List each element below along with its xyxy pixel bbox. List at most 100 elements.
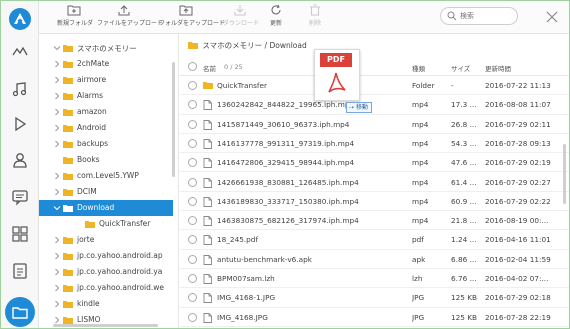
table-row[interactable]: 18_245.pdf pdf 1.24 ... 2016-04-16 11:01: [180, 230, 569, 250]
delete-button[interactable]: 削除: [304, 4, 326, 32]
chevron-right-icon[interactable]: [53, 316, 61, 324]
files-icon[interactable]: [5, 297, 35, 327]
chevron-right-icon[interactable]: [53, 268, 61, 276]
tree-item[interactable]: amazon: [39, 104, 173, 120]
chevron-right-icon[interactable]: [53, 188, 61, 196]
row-checkbox[interactable]: [188, 158, 197, 168]
tree-item[interactable]: DCIM: [39, 184, 173, 200]
row-checkbox[interactable]: [188, 81, 197, 90]
row-checkbox[interactable]: [188, 254, 197, 264]
row-checkbox[interactable]: [188, 216, 197, 226]
tree-item[interactable]: Alarms: [39, 88, 173, 104]
column-name[interactable]: 名前: [203, 63, 216, 73]
column-modified[interactable]: 更新時間: [485, 63, 511, 73]
chevron-right-icon[interactable]: [53, 252, 61, 260]
row-checkbox[interactable]: [188, 177, 197, 187]
tree-item[interactable]: Books: [39, 152, 173, 168]
chevron-right-icon[interactable]: [53, 284, 61, 292]
table-row[interactable]: antutu-benchmark-v6.apk apk 6.86 ... 2016-0…: [180, 250, 569, 269]
table-row[interactable]: QuickTransfer Folder - 2016-07-22 11:13: [180, 76, 569, 96]
row-checkbox[interactable]: [188, 100, 197, 110]
chevron-right-icon[interactable]: [53, 236, 61, 244]
row-checkbox[interactable]: [188, 274, 197, 283]
tree-item[interactable]: jorte: [39, 232, 173, 248]
tree-item[interactable]: airmore: [39, 72, 173, 88]
file-kind: lzh: [412, 274, 423, 283]
table-row[interactable]: 1416137778_991311_97319.iph.mp4 mp4 54.3 .…: [180, 134, 569, 154]
list-scrollbar[interactable]: [563, 144, 566, 204]
contacts-icon[interactable]: [11, 151, 29, 169]
search-box[interactable]: [440, 7, 518, 25]
breadcrumb-path: スマホのメモリー / Download: [202, 41, 307, 50]
tree-item-label: Alarms: [77, 91, 103, 100]
table-row[interactable]: 1416472806_329415_98944.iph.mp4 mp4 47.6 .…: [180, 153, 569, 173]
file-kind: Folder: [412, 81, 435, 90]
table-row[interactable]: IMG_4168-1.JPG JPG 125 KB 2016-07-29 02:18: [180, 288, 569, 308]
chevron-right-icon[interactable]: [53, 92, 61, 100]
chevron-right-icon[interactable]: [53, 140, 61, 148]
refresh-button[interactable]: 更新: [265, 4, 287, 32]
file-icon: [203, 158, 212, 169]
row-checkbox[interactable]: [188, 293, 197, 303]
table-row[interactable]: 1436189830_333717_150380.iph.mp4 mp4 60.9 …: [180, 192, 569, 212]
column-size[interactable]: サイズ: [451, 63, 470, 73]
tree-item[interactable]: kindle: [39, 296, 173, 312]
table-row[interactable]: 1426661938_830881_126485.iph.mp4 mp4 61.4 …: [180, 173, 569, 192]
table-row[interactable]: BPM007sam.lzh lzh 6.76 ... 2016-04-02 07:..…: [180, 269, 569, 289]
file-kind: mp4: [412, 196, 429, 206]
tree-item[interactable]: QuickTransfer: [39, 216, 173, 232]
messages-icon[interactable]: [11, 188, 29, 206]
folder-icon: [63, 189, 73, 196]
tree-item[interactable]: jp.co.yahoo.android.ya: [39, 264, 173, 280]
tree-scrollbar[interactable]: [172, 62, 175, 177]
tree-item[interactable]: backups: [39, 136, 173, 152]
chevron-right-icon[interactable]: [53, 172, 61, 180]
tree-item[interactable]: jp.co.yahoo.android.we: [39, 280, 173, 296]
tree-horizontal-scrollbar[interactable]: [53, 324, 158, 327]
chevron-right-icon[interactable]: [53, 60, 61, 68]
new-folder-button[interactable]: 新規フォルダ: [57, 4, 93, 32]
close-button[interactable]: [545, 9, 559, 23]
table-row[interactable]: IMG_4168.JPG JPG 125 KB 2016-07-28 22:19: [180, 308, 569, 327]
move-tooltip: ⇢ 移動: [346, 102, 372, 113]
chevron-right-icon[interactable]: [53, 124, 61, 132]
home-icon[interactable]: [11, 43, 29, 61]
upload-folder-button[interactable]: フォルダをアップロード: [159, 4, 225, 32]
table-row[interactable]: 1415871449_30610_96373.iph.mp4 mp4 26.8 ..…: [180, 115, 569, 134]
folder-icon: [63, 93, 73, 100]
row-checkbox[interactable]: [188, 235, 197, 245]
row-checkbox[interactable]: [188, 119, 197, 129]
table-row[interactable]: 1360242842_844822_19965.iph.mp4 mp4 17.3 .…: [180, 95, 569, 115]
video-icon[interactable]: [11, 115, 29, 133]
tree-root[interactable]: スマホのメモリー: [39, 40, 173, 56]
folder-icon: [63, 157, 73, 164]
column-kind[interactable]: 種類: [412, 63, 425, 73]
row-checkbox[interactable]: [188, 196, 197, 206]
documents-icon[interactable]: [11, 262, 29, 280]
chevron-right-icon[interactable]: [53, 76, 61, 84]
folder-icon: [63, 301, 73, 308]
tree-item[interactable]: Android: [39, 120, 173, 136]
tree-item[interactable]: 2chMate: [39, 56, 173, 72]
chevron-down-icon[interactable]: [53, 204, 61, 212]
chevron-right-icon[interactable]: [53, 108, 61, 116]
select-all-checkbox[interactable]: [188, 62, 197, 71]
chevron-down-icon[interactable]: [53, 44, 61, 52]
chevron-right-icon[interactable]: [53, 300, 61, 308]
file-icon: [203, 119, 212, 130]
music-icon[interactable]: [11, 80, 29, 98]
file-size: 26.8 ...: [451, 119, 477, 129]
file-name: 1416137778_991311_97319.iph.mp4: [217, 138, 355, 148]
row-checkbox[interactable]: [188, 138, 197, 148]
row-checkbox[interactable]: [188, 312, 197, 322]
search-input[interactable]: [460, 10, 514, 22]
upload-file-button[interactable]: ファイルをアップロード: [97, 4, 163, 32]
download-button[interactable]: ダウンロード: [223, 4, 259, 32]
table-row[interactable]: 1463830875_682126_317974.iph.mp4 mp4 21.8 …: [180, 211, 569, 231]
folder-icon: [63, 237, 73, 244]
upload-icon: [118, 5, 130, 16]
tree-item[interactable]: Download: [39, 200, 173, 216]
tree-item[interactable]: jp.co.yahoo.android.ap: [39, 248, 173, 264]
apps-icon[interactable]: [11, 225, 29, 243]
tree-item[interactable]: com.Level5.YWP: [39, 168, 173, 184]
